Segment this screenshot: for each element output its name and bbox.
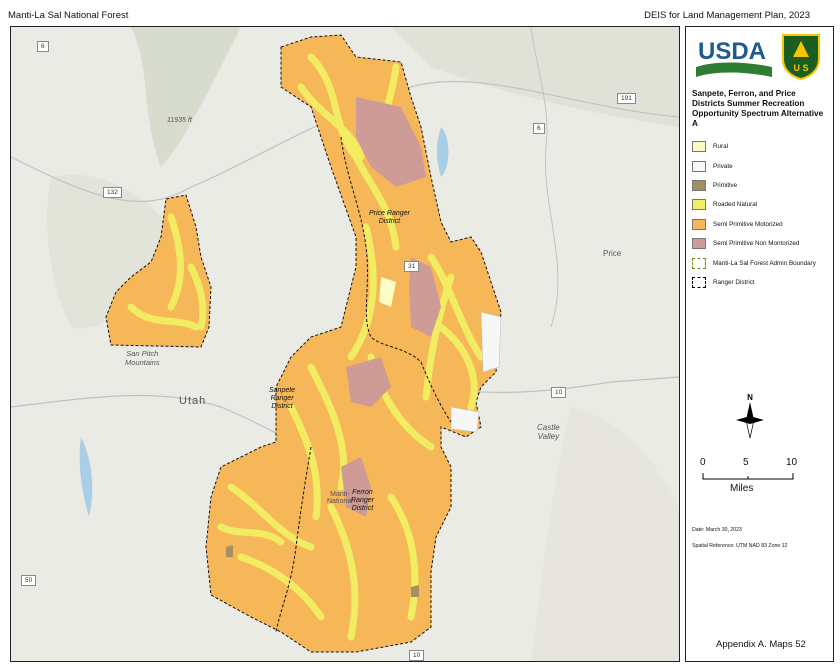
scale-unit: Miles xyxy=(730,483,754,494)
legend-title: Sanpete, Ferron, and Price Districts Sum… xyxy=(692,89,824,128)
spatial-reference: Spatial Reference: UTM NAD 83 Zone 12 xyxy=(692,543,788,549)
primitive-patch xyxy=(226,545,233,557)
legend-swatch xyxy=(692,199,706,211)
legend-label: Manti-La Sal Forest Admin Boundary xyxy=(713,259,816,267)
legend-swatch xyxy=(692,276,706,288)
legend-item-admin-boundary: Manti-La Sal Forest Admin Boundary xyxy=(692,253,816,272)
place-label-utah: Utah xyxy=(179,395,207,407)
header-left: Manti-La Sal National Forest xyxy=(8,10,129,21)
legend-swatch xyxy=(692,179,706,191)
district-label-ferron: Ferron Ranger District xyxy=(351,489,374,512)
place-label-san-pitch: San Pitch Mountains xyxy=(125,349,160,367)
legend-item-ranger-district: Ranger District xyxy=(692,273,816,292)
place-label-manti-nf: Manti- National xyxy=(327,491,353,505)
legend-label: Ranger District xyxy=(713,278,755,286)
north-arrow-icon: N xyxy=(736,393,764,439)
route-shield: 31 xyxy=(404,261,420,272)
scale-tick-label: 0 xyxy=(700,457,706,468)
usfs-shield-logo: U S xyxy=(782,34,820,81)
legend-label: Roaded Natural xyxy=(713,201,758,209)
legend-item-primitive: Primitive xyxy=(692,176,816,195)
private-patch xyxy=(480,311,502,373)
place-label-castle-valley: Castle Valley xyxy=(537,423,560,441)
district-label-price: Price Ranger District xyxy=(369,210,410,225)
legend-label: Rural xyxy=(713,143,729,151)
scale-tick-label: 10 xyxy=(786,457,798,468)
route-shield: 10 xyxy=(551,387,567,398)
legend-label: Semi Primitive Non Montorized xyxy=(713,240,800,248)
usda-logo: USDA xyxy=(696,38,772,77)
elevation-label: 11935 ft xyxy=(167,117,192,124)
svg-text:USDA: USDA xyxy=(698,38,766,65)
legend-swatch xyxy=(692,238,706,250)
legend-panel: USDA U S Sanpete, Ferron, and Price Dist… xyxy=(685,26,834,662)
route-shield: 6 xyxy=(533,123,545,134)
svg-text:U S: U S xyxy=(793,63,808,73)
legend-label: Primitive xyxy=(713,181,738,189)
legend-item-semi-primitive-motorized: Semi Primitive Motorized xyxy=(692,215,816,234)
route-shield: 50 xyxy=(21,575,37,586)
legend-label: Private xyxy=(713,162,733,170)
district-label-sanpete: Sanpete Ranger District xyxy=(269,387,296,410)
route-shield: 191 xyxy=(617,93,636,104)
scale-bar: 0 5 10 Miles xyxy=(700,457,820,497)
route-shield: 6 xyxy=(37,41,49,52)
legend-item-private: Private xyxy=(692,156,816,175)
primitive-patch xyxy=(411,585,419,597)
route-shield: 132 xyxy=(103,187,122,198)
route-shield: 10 xyxy=(409,650,425,661)
place-label-price: Price xyxy=(603,249,622,258)
legend-swatch xyxy=(692,257,706,269)
basemap-svg xyxy=(11,27,679,661)
legend-swatch xyxy=(692,141,706,153)
legend-item-roaded-natural: Roaded Natural xyxy=(692,195,816,214)
legend-item-semi-primitive-non-motorized: Semi Primitive Non Montorized xyxy=(692,234,816,253)
map-date: Date: March 30, 2023 xyxy=(692,527,742,533)
scale-tick-label: 5 xyxy=(743,457,749,468)
legend-item-rural: Rural xyxy=(692,137,816,156)
map-frame[interactable]: 6 191 6 132 31 10 10 50 11935 ft Utah Pr… xyxy=(10,26,680,662)
legend-swatch xyxy=(692,160,706,172)
legend-swatch xyxy=(692,218,706,230)
header-right: DEIS for Land Management Plan, 2023 xyxy=(644,10,810,21)
svg-text:N: N xyxy=(747,393,753,402)
appendix-footer: Appendix A. Maps 52 xyxy=(716,639,806,650)
legend-label: Semi Primitive Motorized xyxy=(713,220,783,228)
scale-bar-line xyxy=(702,473,794,480)
legend: Rural Private Primitive Roaded Natural S… xyxy=(692,137,816,292)
